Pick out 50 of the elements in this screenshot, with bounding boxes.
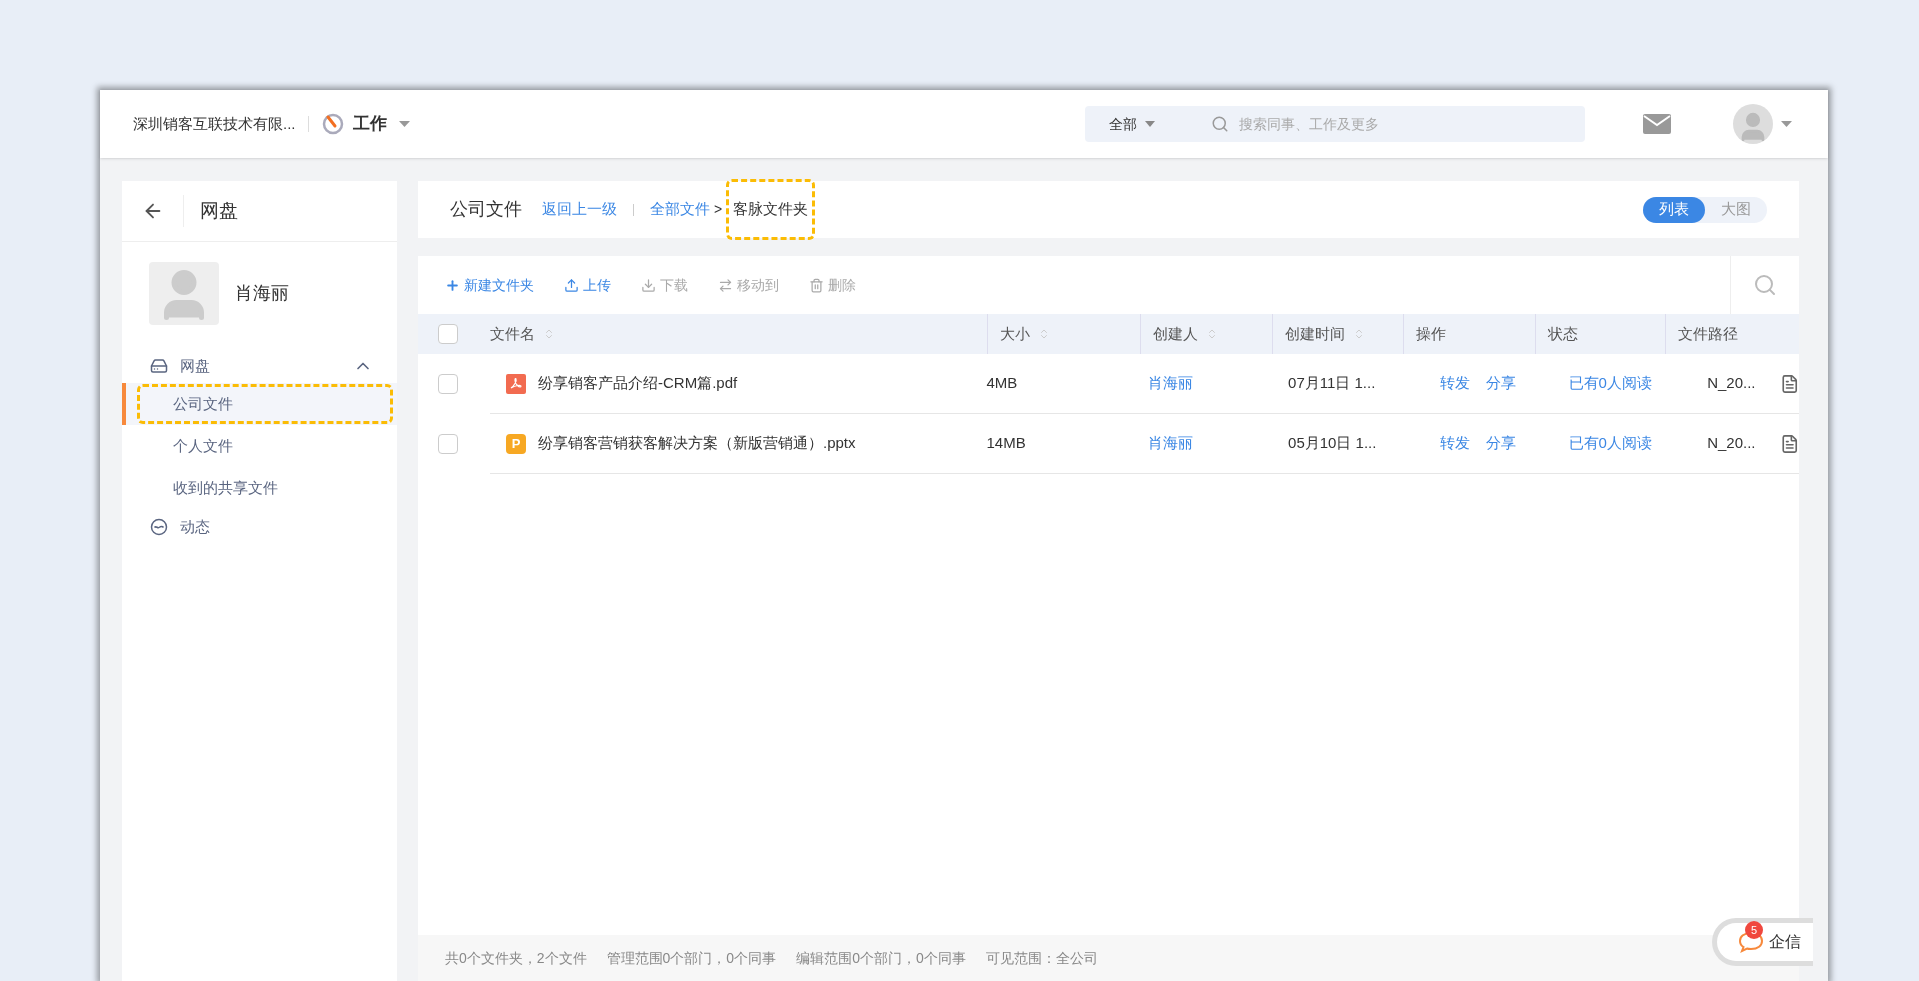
column-header[interactable]: 文件名 bbox=[490, 322, 535, 346]
file-name[interactable]: 纷享销客营销获客解决方案（新版营销通）.pptx bbox=[538, 432, 856, 455]
view-tab[interactable]: 大图 bbox=[1705, 196, 1767, 223]
breadcrumb-separator: > bbox=[714, 200, 723, 219]
search-field[interactable]: 搜索同事、工作及更多 bbox=[1195, 106, 1585, 142]
toolbar-button[interactable]: 上传 bbox=[564, 274, 611, 296]
status-text: 可见范围：全公司 bbox=[985, 948, 1098, 968]
company-name[interactable]: 深圳销客互联技术有限... bbox=[133, 112, 296, 136]
column-header[interactable]: 创建人 bbox=[1153, 322, 1198, 346]
creator-link[interactable]: 肖海丽 bbox=[1147, 372, 1277, 395]
back-link[interactable]: 返回上一级 bbox=[542, 198, 617, 221]
column-header[interactable]: 大小 bbox=[1000, 322, 1030, 346]
status-text: 共0个文件夹，2个文件 bbox=[445, 948, 587, 968]
table-cell-text: 14MB bbox=[986, 433, 1027, 454]
nav-item[interactable]: 收到的共享文件 bbox=[137, 468, 393, 508]
action-link[interactable]: 转发 bbox=[1439, 372, 1470, 395]
page-title: 公司文件 bbox=[450, 198, 522, 221]
column-header[interactable]: 创建时间 bbox=[1285, 322, 1345, 346]
search-scope-dropdown[interactable]: 全部 bbox=[1085, 106, 1195, 142]
app-switcher[interactable]: 工作 bbox=[352, 111, 387, 137]
notification-badge: 5 bbox=[1745, 921, 1763, 939]
creator-link[interactable]: 肖海丽 bbox=[1147, 432, 1277, 455]
status-text: 编辑范围0个部门，0个同事 bbox=[796, 948, 966, 968]
status-link[interactable]: 已有0人阅读 bbox=[1568, 432, 1696, 455]
action-link[interactable]: 分享 bbox=[1485, 432, 1516, 455]
toolbar-button[interactable]: 新建文件夹 bbox=[445, 274, 534, 296]
view-tab[interactable]: 列表 bbox=[1643, 196, 1705, 223]
nav-item[interactable]: 公司文件 bbox=[137, 384, 393, 424]
column-header: 文件路径 bbox=[1678, 323, 1738, 344]
nav-group[interactable]: 网盘 bbox=[122, 349, 397, 383]
nav-item[interactable]: 动态 bbox=[122, 509, 397, 545]
status-link[interactable]: 已有0人阅读 bbox=[1568, 372, 1696, 395]
table-cell-text: 4MB bbox=[986, 373, 1019, 394]
file-name[interactable]: 纷享销客产品介绍-CRM篇.pdf bbox=[538, 372, 738, 395]
action-link[interactable]: 分享 bbox=[1485, 372, 1516, 395]
chat-button[interactable]: 5 企信 bbox=[1712, 918, 1813, 966]
status-text: 管理范围0个部门，0个同事 bbox=[606, 948, 777, 968]
breadcrumb-link[interactable]: 全部文件 bbox=[650, 198, 710, 221]
column-header: 状态 bbox=[1548, 323, 1578, 344]
ppt-icon: P bbox=[506, 433, 526, 454]
table-cell-text: 07月11日 1... bbox=[1288, 373, 1377, 394]
table-cell-text: N_20... bbox=[1707, 433, 1756, 454]
column-header: 操作 bbox=[1416, 323, 1446, 344]
action-link[interactable]: 转发 bbox=[1439, 432, 1470, 455]
user-name: 肖海丽 bbox=[235, 282, 289, 305]
nav-item[interactable]: 个人文件 bbox=[137, 426, 393, 466]
table-cell-text: N_20... bbox=[1707, 373, 1756, 394]
breadcrumb-current: 客脉文件夹 bbox=[726, 179, 816, 240]
table-cell-text: 05月10日 1... bbox=[1288, 433, 1378, 454]
sidebar-title: 网盘 bbox=[200, 198, 238, 223]
